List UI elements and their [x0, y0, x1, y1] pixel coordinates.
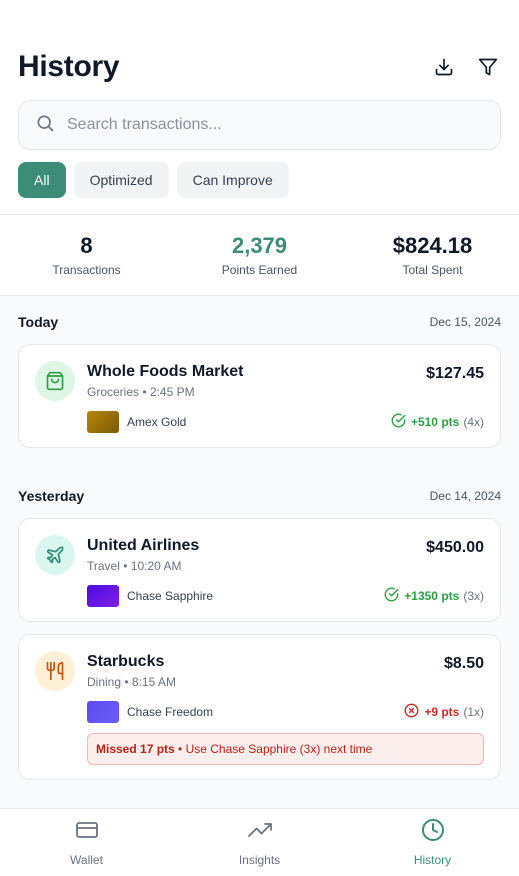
section-header-yesterday: Yesterday Dec 14, 2024	[0, 486, 519, 506]
filter-chip-all[interactable]: All	[18, 162, 66, 198]
transaction-card[interactable]: United Airlines Travel • 10:20 AM $450.0…	[18, 518, 501, 622]
transaction-meta: Groceries • 2:45 PM	[87, 385, 195, 399]
points-earned: +9 pts (1x)	[404, 703, 484, 721]
missed-points-amount: Missed 17 pts	[96, 742, 175, 756]
header-actions	[433, 56, 501, 78]
card-swatch	[87, 411, 119, 433]
points-value: +9 pts	[424, 705, 460, 719]
transaction-time: 8:15 AM	[131, 675, 176, 689]
transaction-category: Travel	[87, 559, 120, 573]
tab-label: Insights	[238, 853, 281, 867]
credit-card-icon	[75, 818, 99, 847]
tab-label: Wallet	[70, 853, 103, 867]
shopping-bag-icon	[35, 361, 75, 401]
x-circle-icon	[404, 703, 419, 721]
stat-points-earned: 2,379 Points Earned	[173, 215, 346, 295]
card-name: Amex Gold	[127, 415, 187, 429]
points-multiplier: (3x)	[463, 589, 484, 603]
clock-icon	[421, 818, 445, 847]
utensils-icon	[35, 651, 75, 691]
missed-points-tip: • Use Chase Sapphire (3x) next time	[178, 742, 373, 756]
page-title: History	[18, 50, 120, 83]
filter-chip-can-improve[interactable]: Can Improve	[176, 162, 289, 198]
points-earned: +510 pts (4x)	[391, 413, 484, 431]
transaction-meta: Dining • 8:15 AM	[87, 675, 176, 689]
merchant-name: Starbucks	[87, 653, 165, 670]
tab-history[interactable]: History	[346, 809, 519, 876]
transaction-list[interactable]: Today Dec 15, 2024 Whole Foods Market Gr…	[0, 296, 519, 808]
transaction-amount: $8.50	[443, 655, 484, 672]
page-header: History	[18, 50, 501, 84]
check-circle-icon	[391, 413, 406, 431]
transaction-amount: $450.00	[426, 539, 484, 556]
check-circle-icon	[384, 587, 399, 605]
bottom-tab-bar: Wallet Insights History	[0, 808, 519, 876]
trending-up-icon	[247, 818, 272, 847]
section-date: Dec 14, 2024	[429, 489, 501, 503]
transaction-meta: Travel • 10:20 AM	[87, 559, 182, 573]
transaction-time: 10:20 AM	[130, 559, 182, 573]
missed-points-notice: Missed 17 pts • Use Chase Sapphire (3x) …	[87, 733, 484, 765]
transaction-card[interactable]: Starbucks Dining • 8:15 AM $8.50 Chase F…	[18, 634, 501, 780]
points-multiplier: (4x)	[463, 415, 484, 429]
stat-total-spent: $824.18 Total Spent	[346, 215, 519, 295]
tab-wallet[interactable]: Wallet	[0, 809, 173, 876]
section-title: Yesterday	[18, 488, 85, 504]
tab-insights[interactable]: Insights	[173, 809, 346, 876]
card-swatch	[87, 701, 119, 723]
tab-label: History	[413, 853, 452, 867]
merchant-name: United Airlines	[87, 537, 200, 554]
stat-value: 2,379	[231, 233, 288, 258]
filter-chips: All Optimized Can Improve	[18, 162, 289, 198]
stat-value: 8	[80, 233, 93, 258]
transaction-card[interactable]: Whole Foods Market Groceries • 2:45 PM $…	[18, 344, 501, 448]
card-name: Chase Sapphire	[127, 589, 214, 603]
transaction-time: 2:45 PM	[149, 385, 195, 399]
summary-stats: 8 Transactions 2,379 Points Earned $824.…	[0, 215, 519, 295]
transaction-category: Groceries	[87, 385, 140, 399]
filter-icon[interactable]	[477, 56, 499, 78]
points-value: +1350 pts	[404, 589, 460, 603]
transaction-amount: $127.45	[426, 365, 484, 382]
section-header-today: Today Dec 15, 2024	[0, 312, 519, 332]
card-name: Chase Freedom	[127, 705, 214, 719]
filter-chip-optimized[interactable]: Optimized	[73, 162, 169, 198]
points-earned: +1350 pts (3x)	[384, 587, 484, 605]
download-icon[interactable]	[433, 56, 455, 78]
plane-icon	[35, 535, 75, 575]
stat-transactions: 8 Transactions	[0, 215, 173, 295]
card-swatch	[87, 585, 119, 607]
search-bar	[18, 100, 501, 150]
search-input[interactable]	[67, 116, 484, 134]
stat-label: Total Spent	[402, 263, 463, 277]
search-icon	[35, 113, 55, 138]
points-multiplier: (1x)	[463, 705, 484, 719]
section-date: Dec 15, 2024	[429, 315, 501, 329]
transaction-category: Dining	[87, 675, 122, 689]
section-title: Today	[18, 314, 59, 330]
stat-label: Points Earned	[221, 263, 298, 277]
merchant-name: Whole Foods Market	[87, 363, 244, 380]
stat-label: Transactions	[52, 263, 121, 277]
stat-value: $824.18	[392, 233, 473, 258]
points-value: +510 pts	[410, 415, 460, 429]
